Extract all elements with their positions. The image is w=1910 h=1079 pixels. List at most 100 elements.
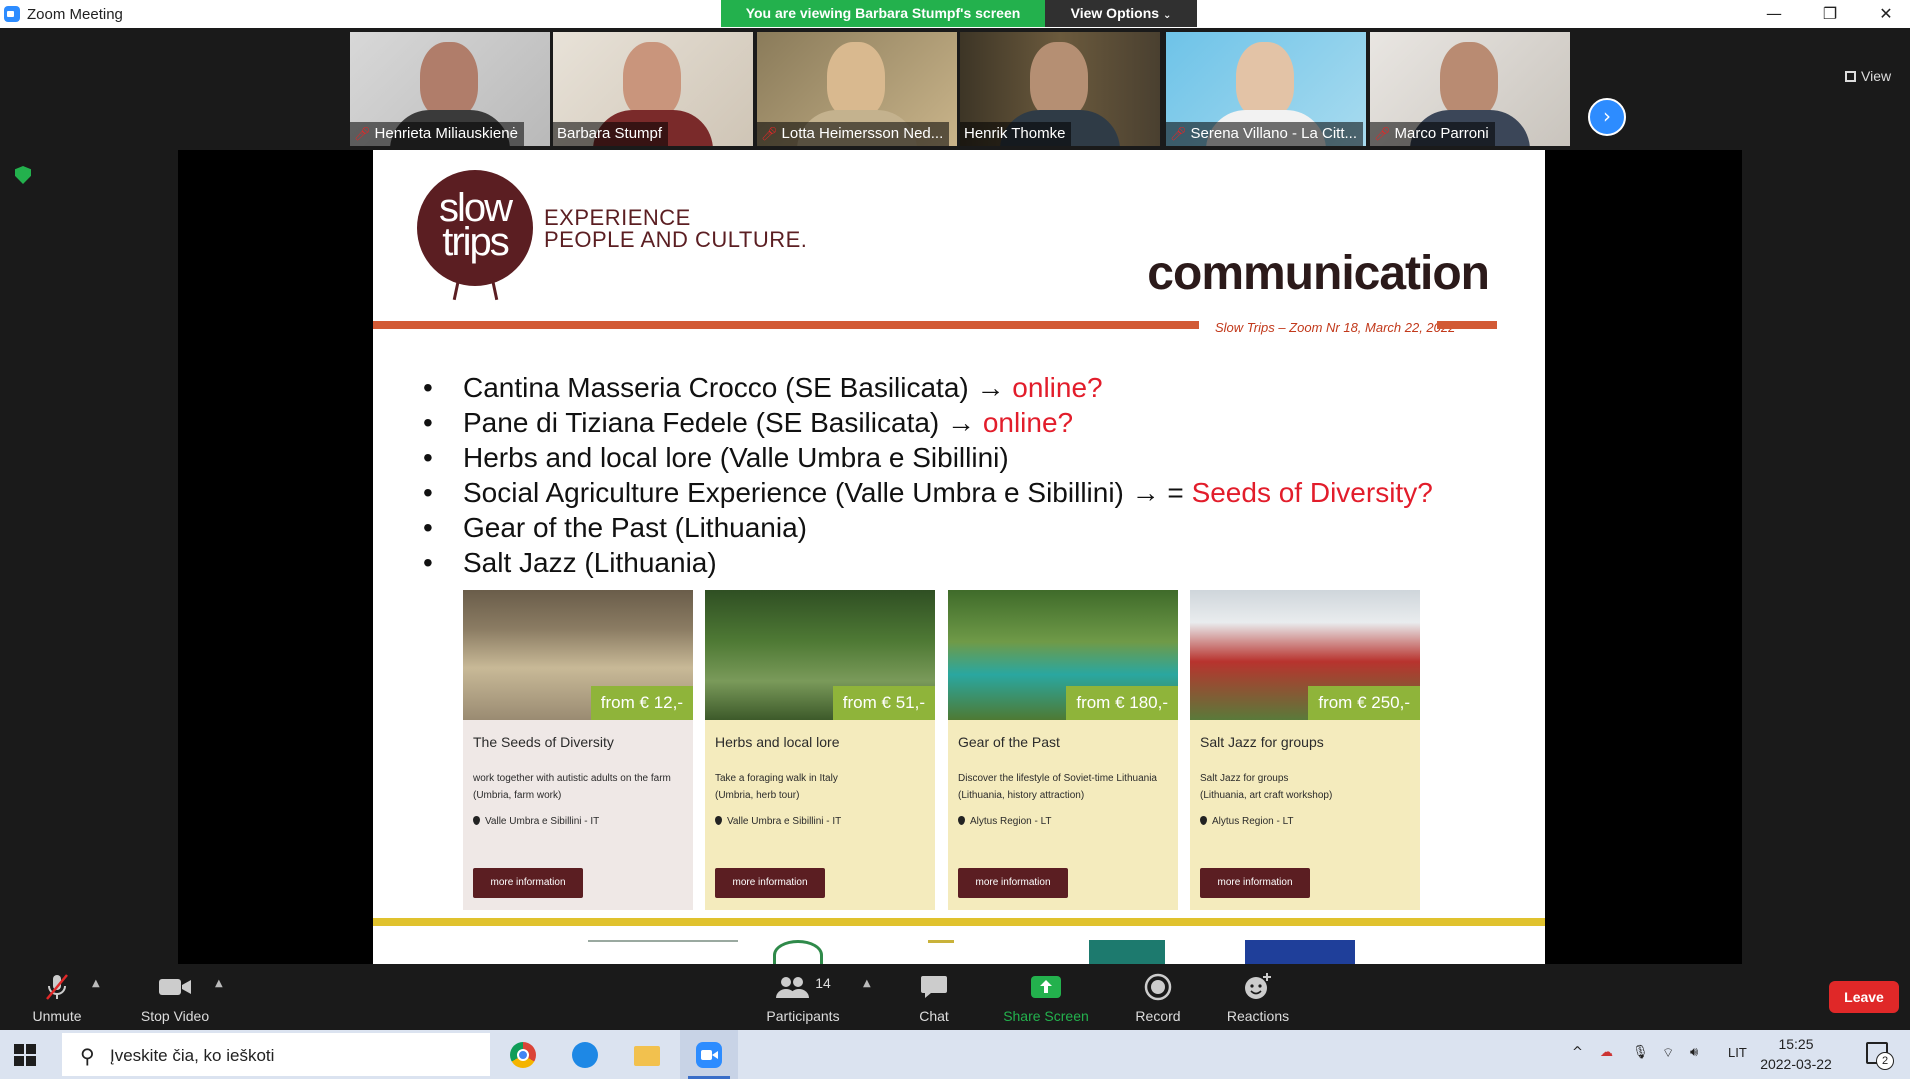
participant-head (1440, 42, 1498, 118)
location-pin-icon (958, 816, 965, 825)
microphone-icon[interactable]: 🎙︎ (1632, 1045, 1649, 1060)
leave-meeting-button[interactable]: Leave (1829, 981, 1899, 1013)
bullet-item: Salt Jazz (Lithuania) (423, 545, 1433, 580)
chevron-up-icon[interactable]: ^ (1572, 1045, 1583, 1060)
bullet-text: Pane di Tiziana Fedele (SE Basilicata) → (463, 407, 983, 438)
taskbar-search-input[interactable]: ⚲ Įveskite čia, ko ieškoti (62, 1033, 490, 1076)
meeting-toolbar: Unmute ▲ Stop Video ▲ 14 Participants ▲ … (0, 964, 1910, 1030)
more-information-button[interactable]: more information (1200, 868, 1310, 898)
location-pin-icon (715, 816, 722, 825)
video-tile[interactable]: 🎤︎ Lotta Heimersson Ned... (757, 32, 957, 146)
participant-name: Barbara Stumpf (557, 125, 663, 142)
sponsor-logo (1089, 940, 1165, 964)
mic-muted-icon: 🎤︎ (1170, 126, 1187, 141)
shared-screen[interactable]: slow trips EXPERIENCE PEOPLE AND CULTURE… (178, 150, 1742, 964)
taskbar-clock[interactable]: 15:25 2022-03-22 (1754, 1034, 1838, 1074)
card-title: Gear of the Past (958, 734, 1060, 750)
participant-name-label: 🎤︎ Serena Villano - La Citt... (1166, 122, 1363, 146)
participant-head (1030, 42, 1088, 118)
participants-button[interactable]: 14 Participants (762, 972, 844, 1024)
divider (1437, 321, 1497, 329)
record-button[interactable]: Record (1128, 972, 1188, 1024)
file-explorer-app[interactable] (618, 1030, 676, 1079)
video-tile[interactable]: 🎤︎ Henrieta Miliauskienė (350, 32, 550, 146)
card-desc-line: (Umbria, farm work) (473, 790, 562, 801)
card-photo: from € 51,- (705, 590, 935, 720)
unmute-label: Unmute (32, 1008, 82, 1024)
logo-text: trips (442, 220, 510, 264)
bullet-highlight: Seeds of Diversity? (1191, 477, 1433, 508)
card-description: Take a foraging walk in Italy (Umbria, he… (715, 770, 838, 804)
chevron-right-icon: › (1603, 104, 1611, 128)
more-information-button[interactable]: more information (958, 868, 1068, 898)
participant-name: Serena Villano - La Citt... (1190, 125, 1357, 142)
view-options-button[interactable]: View Options ⌄ (1045, 0, 1197, 27)
encryption-shield-icon[interactable] (15, 166, 31, 184)
notification-count-badge: 2 (1876, 1052, 1894, 1070)
card-title: Salt Jazz for groups (1200, 734, 1324, 750)
stop-video-button[interactable]: Stop Video (132, 972, 218, 1024)
close-button[interactable]: ✕ (1858, 0, 1910, 28)
card-title: The Seeds of Diversity (473, 734, 614, 750)
bullet-item: Cantina Masseria Crocco (SE Basilicata) … (423, 370, 1433, 405)
mic-muted-icon: 🎤︎ (354, 126, 371, 141)
presentation-slide: slow trips EXPERIENCE PEOPLE AND CULTURE… (373, 150, 1545, 964)
video-tile[interactable]: 🎤︎ Serena Villano - La Citt... (1166, 32, 1366, 146)
maximize-button[interactable]: ❐ (1802, 0, 1858, 28)
price-tag: from € 250,- (1308, 686, 1420, 720)
wifi-icon[interactable]: ⌔ (1662, 1045, 1674, 1061)
network-warning-icon[interactable]: ☁ (1600, 1045, 1613, 1060)
next-page-button[interactable]: › (1588, 98, 1626, 136)
card-desc-line: Salt Jazz for groups (1200, 773, 1289, 784)
view-button[interactable]: View (1845, 68, 1891, 84)
video-camera-icon (132, 972, 218, 1002)
location-pin-icon (1200, 816, 1207, 825)
zoom-app[interactable] (680, 1030, 738, 1079)
share-screen-icon (996, 972, 1096, 1002)
price-tag: from € 12,- (590, 686, 693, 720)
video-options-caret[interactable]: ▲ (215, 978, 223, 989)
card-desc-line: (Lithuania, art craft workshop) (1200, 790, 1333, 801)
card-photo: from € 12,- (463, 590, 693, 720)
video-tile[interactable]: Barbara Stumpf (553, 32, 753, 146)
card-title: Herbs and local lore (715, 734, 840, 750)
participants-label: Participants (766, 1008, 840, 1024)
window-title: Zoom Meeting (27, 6, 123, 23)
zoom-icon (696, 1042, 722, 1068)
bullet-list: Cantina Masseria Crocco (SE Basilicata) … (423, 370, 1433, 580)
participants-options-caret[interactable]: ▲ (863, 978, 871, 989)
logo-leg (490, 277, 499, 301)
minimize-button[interactable]: — (1746, 0, 1802, 28)
chrome-app[interactable] (494, 1030, 552, 1079)
unmute-button[interactable]: Unmute (22, 972, 92, 1024)
video-tile[interactable]: Henrik Thomke (960, 32, 1160, 146)
experience-card: from € 250,- Salt Jazz for groups Salt J… (1190, 590, 1420, 910)
zoom-app-icon (4, 6, 20, 22)
chat-bubble-icon (906, 972, 962, 1002)
grid-view-icon (1845, 71, 1856, 82)
clock-date: 2022-03-22 (1760, 1056, 1832, 1072)
reactions-button[interactable]: Reactions (1222, 972, 1294, 1024)
sponsor-logo (773, 940, 823, 964)
app-taskbar-item[interactable] (556, 1030, 614, 1079)
audio-options-caret[interactable]: ▲ (92, 978, 100, 989)
more-information-button[interactable]: more information (715, 868, 825, 898)
speaker-icon[interactable]: 🔊︎ (1690, 1045, 1698, 1060)
viewing-screen-banner: You are viewing Barbara Stumpf's screen (721, 0, 1045, 27)
bullet-item: Pane di Tiziana Fedele (SE Basilicata) →… (423, 405, 1433, 440)
card-desc-line: Discover the lifestyle of Soviet-time Li… (958, 773, 1157, 784)
video-tile[interactable]: 🎤︎ Marco Parroni (1370, 32, 1570, 146)
windows-start-icon[interactable] (14, 1044, 36, 1066)
chat-button[interactable]: Chat (906, 972, 962, 1024)
chrome-icon (510, 1042, 536, 1068)
smiley-plus-icon (1222, 972, 1294, 1002)
bullet-text: Salt Jazz (Lithuania) (463, 547, 717, 578)
more-information-button[interactable]: more information (473, 868, 583, 898)
language-indicator[interactable]: LIT (1728, 1045, 1747, 1060)
card-desc-line: work together with autistic adults on th… (473, 773, 671, 784)
bullet-highlight: online? (982, 407, 1074, 438)
experience-card: from € 12,- The Seeds of Diversity work … (463, 590, 693, 910)
tagline-line: EXPERIENCE (544, 205, 691, 230)
card-info: The Seeds of Diversity work together wit… (463, 720, 693, 910)
share-screen-button[interactable]: Share Screen (996, 972, 1096, 1024)
